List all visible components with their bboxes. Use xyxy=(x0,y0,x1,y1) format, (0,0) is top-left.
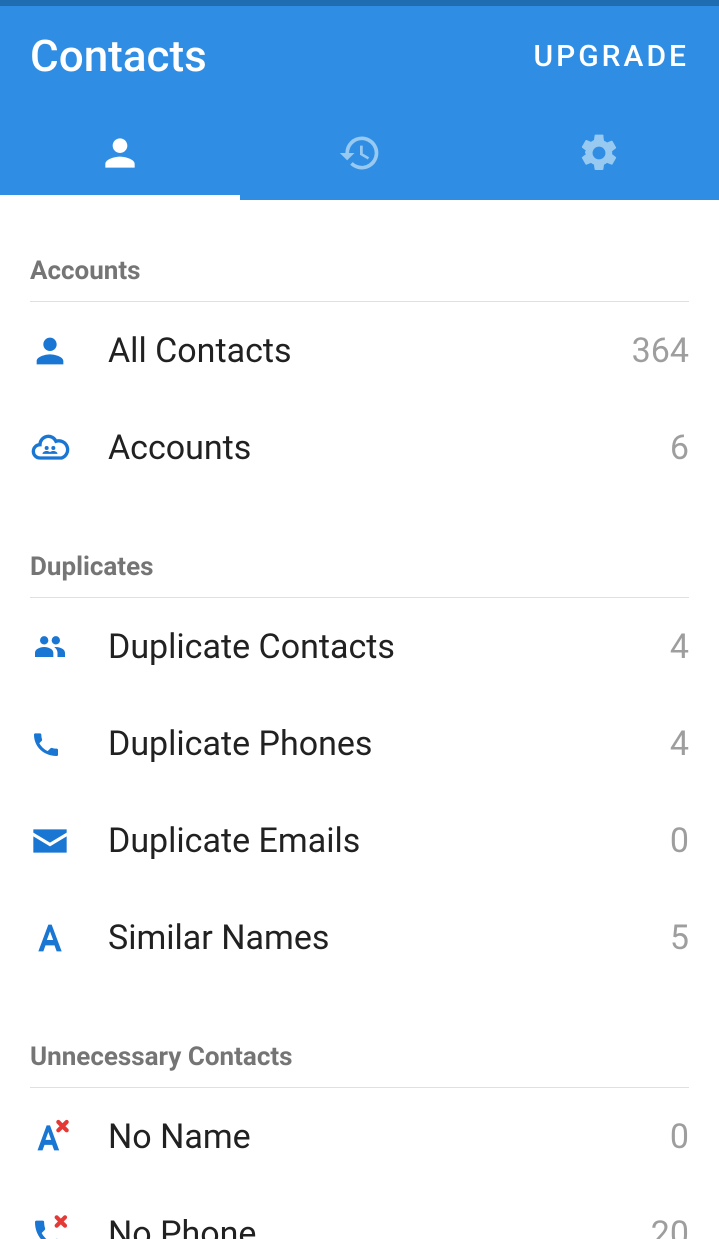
item-count: 4 xyxy=(670,627,689,667)
content: Accounts All Contacts 364 Accounts 6 Dup… xyxy=(0,256,719,1239)
item-count: 5 xyxy=(670,918,689,958)
item-label: No Phone xyxy=(108,1214,651,1239)
list-item-no-phone[interactable]: No Phone 20 xyxy=(30,1185,689,1239)
item-label: Duplicate Contacts xyxy=(108,627,670,667)
list-item-no-name[interactable]: No Name 0 xyxy=(30,1088,689,1185)
item-count: 364 xyxy=(632,331,689,371)
tab-contacts[interactable] xyxy=(0,110,240,200)
tabs xyxy=(0,110,719,200)
history-icon xyxy=(338,131,382,179)
app-bar: Contacts UPGRADE xyxy=(0,6,719,200)
section-header-unnecessary: Unnecessary Contacts xyxy=(30,1042,689,1088)
app-title: Contacts xyxy=(30,30,207,82)
person-icon xyxy=(30,331,108,371)
upgrade-button[interactable]: UPGRADE xyxy=(533,39,689,74)
app-bar-top: Contacts UPGRADE xyxy=(0,6,719,110)
list-item-similar-names[interactable]: Similar Names 5 xyxy=(30,889,689,986)
list-item-duplicate-phones[interactable]: Duplicate Phones 4 xyxy=(30,695,689,792)
item-label: Duplicate Emails xyxy=(108,821,670,861)
item-label: Accounts xyxy=(108,428,670,468)
letter-a-icon xyxy=(30,918,108,958)
section-header-accounts: Accounts xyxy=(30,256,689,302)
item-count: 0 xyxy=(670,821,689,861)
list-item-accounts[interactable]: Accounts 6 xyxy=(30,399,689,496)
phone-icon xyxy=(30,728,108,760)
item-count: 20 xyxy=(651,1214,689,1239)
item-label: Duplicate Phones xyxy=(108,724,670,764)
item-count: 0 xyxy=(670,1117,689,1157)
people-icon xyxy=(30,627,108,667)
list-item-duplicate-emails[interactable]: Duplicate Emails 0 xyxy=(30,792,689,889)
phone-x-icon xyxy=(30,1214,108,1239)
item-label: No Name xyxy=(108,1117,670,1157)
mail-icon xyxy=(30,821,108,861)
list-item-duplicate-contacts[interactable]: Duplicate Contacts 4 xyxy=(30,598,689,695)
item-label: Similar Names xyxy=(108,918,670,958)
item-count: 4 xyxy=(670,724,689,764)
tab-settings[interactable] xyxy=(479,110,719,200)
section-header-duplicates: Duplicates xyxy=(30,552,689,598)
cloud-account-icon xyxy=(30,428,108,468)
list-item-all-contacts[interactable]: All Contacts 364 xyxy=(30,302,689,399)
tab-history[interactable] xyxy=(240,110,480,200)
person-icon xyxy=(98,131,142,179)
letter-a-x-icon xyxy=(30,1117,108,1157)
gear-icon xyxy=(577,131,621,179)
item-label: All Contacts xyxy=(108,331,632,371)
item-count: 6 xyxy=(670,428,689,468)
